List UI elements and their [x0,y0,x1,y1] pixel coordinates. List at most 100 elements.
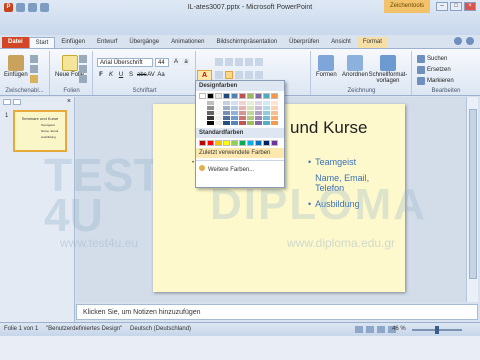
reset-icon[interactable] [79,65,87,73]
shade-swatch[interactable] [207,111,214,115]
normal-view-icon[interactable] [355,326,363,333]
zoom-slider-knob[interactable] [435,326,439,334]
quick-styles-button[interactable]: Schnellformat-vorlagen [368,55,408,84]
shade-swatch[interactable] [231,116,238,120]
shade-swatch[interactable] [231,111,238,115]
undo-icon[interactable] [28,3,37,12]
more-colors-item[interactable]: Weitere Farben... [196,163,284,175]
tab-review[interactable]: Überprüfen [283,37,325,48]
save-icon[interactable] [16,3,25,12]
shade-swatch[interactable] [263,106,270,110]
align-center-icon[interactable] [225,71,233,79]
shade-swatch[interactable] [199,116,206,120]
case-icon[interactable]: Aa [157,71,165,79]
color-swatch[interactable] [207,93,214,99]
zoom-level[interactable]: 46 % [392,326,406,332]
powerpoint-icon[interactable]: P [4,3,13,12]
font-name-field[interactable]: Arial Überschrift [97,58,153,67]
paste-button[interactable]: Einfügen [4,55,28,78]
spacing-icon[interactable]: AV [147,71,155,79]
color-swatch[interactable] [199,93,206,99]
shade-swatch[interactable] [263,121,270,125]
tab-format[interactable]: Format [356,37,388,48]
shade-swatch[interactable] [263,116,270,120]
shade-swatch[interactable] [223,106,230,110]
grow-font-icon[interactable]: A [172,58,180,66]
shade-swatch[interactable] [247,111,254,115]
arrange-button[interactable]: Anordnen [342,55,368,78]
shade-swatch[interactable] [215,116,222,120]
shade-swatch[interactable] [207,116,214,120]
copy-icon[interactable] [30,65,38,73]
tab-view[interactable]: Ansicht [325,37,357,48]
shade-swatch[interactable] [239,116,246,120]
color-swatch[interactable] [263,140,270,146]
shade-swatch[interactable] [207,121,214,125]
redo-icon[interactable] [40,3,49,12]
scrollbar-thumb[interactable] [469,109,477,279]
outline-tab[interactable] [13,99,21,105]
find-button[interactable]: Suchen [417,55,447,63]
shade-swatch[interactable] [263,111,270,115]
shade-swatch[interactable] [239,101,246,105]
shade-swatch[interactable] [215,101,222,105]
font-size-field[interactable]: 44 [155,58,169,67]
shade-swatch[interactable] [223,101,230,105]
cut-icon[interactable] [30,55,38,63]
shade-swatch[interactable] [223,121,230,125]
shade-swatch[interactable] [239,121,246,125]
color-swatch[interactable] [239,140,246,146]
color-swatch[interactable] [215,93,222,99]
shade-swatch[interactable] [207,106,214,110]
color-swatch[interactable] [223,93,230,99]
tab-design[interactable]: Entwurf [91,37,123,48]
recent-colors-item[interactable]: Zuletzt verwendete Farben [196,148,284,158]
vertical-scrollbar[interactable] [466,97,478,302]
shade-swatch[interactable] [223,116,230,120]
bullets-icon[interactable] [215,58,223,66]
color-swatch[interactable] [255,93,262,99]
line-spacing-icon[interactable] [255,58,263,66]
columns-icon[interactable] [255,71,263,79]
panel-close-icon[interactable]: × [67,98,71,105]
shade-swatch[interactable] [199,121,206,125]
tab-file[interactable]: Datei [2,37,29,48]
shade-swatch[interactable] [271,121,278,125]
ribbon-minimize-icon[interactable] [454,37,462,45]
shade-swatch[interactable] [255,111,262,115]
align-right-icon[interactable] [235,71,243,79]
close-icon[interactable]: × [464,2,476,11]
shapes-button[interactable]: Formen [316,55,337,78]
shade-swatch[interactable] [247,106,254,110]
shade-swatch[interactable] [247,121,254,125]
shadow-icon[interactable]: S [127,71,135,79]
color-swatch[interactable] [247,140,254,146]
color-swatch[interactable] [207,140,214,146]
reading-view-icon[interactable] [377,326,385,333]
color-swatch[interactable] [271,93,278,99]
tab-home[interactable]: Start [28,37,56,48]
tab-slideshow[interactable]: Bildschirmpräsentation [210,37,283,48]
shade-swatch[interactable] [215,111,222,115]
justify-icon[interactable] [245,71,253,79]
slide-thumbnail[interactable]: Seminare und Kurse Teamgeist Name, Email… [13,110,67,152]
minimize-icon[interactable]: – [436,2,448,11]
shade-swatch[interactable] [255,116,262,120]
select-button[interactable]: Markieren [417,77,454,85]
shade-swatch[interactable] [271,111,278,115]
color-swatch[interactable] [223,140,230,146]
slides-tab[interactable] [3,99,11,105]
shade-swatch[interactable] [271,116,278,120]
increase-indent-icon[interactable] [245,58,253,66]
shade-swatch[interactable] [215,121,222,125]
help-icon[interactable] [466,37,474,45]
language[interactable]: Deutsch (Deutschland) [130,326,191,332]
sorter-view-icon[interactable] [366,326,374,333]
format-painter-icon[interactable] [30,75,38,83]
section-icon[interactable] [79,75,87,83]
tab-insert[interactable]: Einfügen [55,37,91,48]
decrease-indent-icon[interactable] [235,58,243,66]
color-swatch[interactable] [247,93,254,99]
shade-swatch[interactable] [199,106,206,110]
color-swatch[interactable] [231,93,238,99]
